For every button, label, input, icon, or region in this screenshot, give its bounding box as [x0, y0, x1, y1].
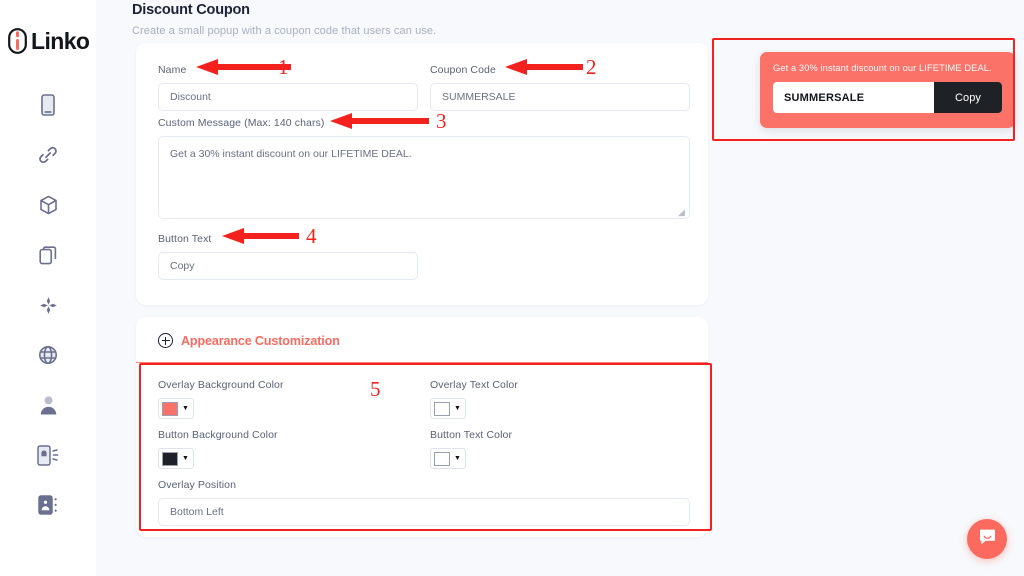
overlay-position-select[interactable]: Bottom Left: [158, 498, 690, 526]
color-swatch: [162, 451, 178, 466]
main-region: Discount Coupon Create a small popup wit…: [96, 0, 1024, 576]
link-chain-icon: [8, 28, 27, 54]
resize-grip-icon[interactable]: ◢: [678, 208, 686, 217]
custom-message-label: Custom Message (Max: 140 chars): [158, 117, 325, 129]
popup-coupon-code: SUMMERSALE: [784, 91, 865, 104]
coupon-form-card: Name Discount Coupon Code SUMMERSALE Cus…: [136, 43, 708, 305]
copy-duplicate-icon: [39, 245, 57, 265]
plus-circle-icon[interactable]: [158, 333, 173, 348]
button-text-color-label: Button Text Color: [430, 429, 513, 441]
coupon-popup: Get a 30% instant discount on our LIFETI…: [760, 52, 1015, 128]
color-swatch: [162, 401, 178, 416]
coupon-code-label: Coupon Code: [430, 64, 496, 76]
mobile-device-icon: [41, 94, 55, 116]
sidebar-item-pages[interactable]: [28, 242, 68, 268]
page-title: Discount Coupon: [132, 2, 1024, 18]
overlay-position-group: Overlay Position Bottom Left: [158, 479, 690, 526]
overlay-text-color-picker[interactable]: ▼: [430, 398, 466, 419]
button-text-color-group: Button Text Color ▼: [430, 429, 512, 471]
sidebar-item-products[interactable]: [28, 192, 68, 218]
custom-message-textarea[interactable]: Get a 30% instant discount on our LIFETI…: [158, 136, 690, 219]
chevron-down-icon[interactable]: ▼: [454, 405, 461, 412]
coupon-code-input[interactable]: SUMMERSALE: [430, 83, 690, 111]
section-divider: [136, 362, 708, 363]
sidebar-nav: [0, 92, 96, 518]
sidebar-item-contacts[interactable]: [28, 492, 68, 518]
button-text-input[interactable]: Copy: [158, 252, 418, 280]
custom-message-value: Get a 30% instant discount on our LIFETI…: [170, 148, 412, 160]
chat-launcher-button[interactable]: [967, 519, 1007, 559]
overlay-background-color-label: Overlay Background Color: [158, 379, 284, 391]
chat-bubble-icon: [978, 528, 997, 551]
sidebar-item-notifications[interactable]: [28, 442, 68, 468]
button-text-field-group: Button Text Copy: [158, 233, 418, 280]
overlay-background-color-group: Overlay Background Color ▼: [158, 379, 284, 421]
sidebar: Linko: [0, 0, 96, 576]
chevron-down-icon[interactable]: ▼: [182, 405, 189, 412]
chevron-down-icon[interactable]: ▼: [182, 455, 189, 462]
sparkle-move-icon: [39, 296, 58, 315]
overlay-text-color-group: Overlay Text Color ▼: [430, 379, 518, 421]
contact-card-icon: [37, 495, 59, 515]
page-subtitle: Create a small popup with a coupon code …: [132, 25, 437, 37]
name-field-group: Name Discount: [158, 64, 418, 111]
user-profile-icon: [39, 395, 58, 415]
popup-message: Get a 30% instant discount on our LIFETI…: [773, 63, 992, 73]
link-chain-icon: [38, 145, 58, 165]
page-title-strong: Discount: [132, 2, 193, 18]
sidebar-item-effects[interactable]: [28, 292, 68, 318]
custom-message-field-group: Custom Message (Max: 140 chars) Get a 30…: [158, 117, 690, 219]
overlay-background-color-picker[interactable]: ▼: [158, 398, 194, 419]
coupon-preview: Get a 30% instant discount on our LIFETI…: [752, 44, 1023, 136]
popup-code-row: SUMMERSALE Copy: [773, 82, 1002, 113]
button-text-color-picker[interactable]: ▼: [430, 448, 466, 469]
appearance-card: Appearance Customization Overlay Backgro…: [136, 317, 708, 537]
app-root: Linko Discount Coupon Create a small pop…: [0, 0, 1024, 576]
appearance-section-header[interactable]: Appearance Customization: [158, 333, 340, 348]
color-swatch: [434, 451, 450, 466]
color-swatch: [434, 401, 450, 416]
overlay-text-color-label: Overlay Text Color: [430, 379, 518, 391]
sidebar-item-account[interactable]: [28, 392, 68, 418]
brand-logo[interactable]: Linko: [8, 24, 90, 58]
button-background-color-picker[interactable]: ▼: [158, 448, 194, 469]
page-title-light: Coupon: [196, 2, 250, 18]
brand-name: Linko: [31, 27, 90, 54]
button-text-label: Button Text: [158, 233, 212, 245]
sidebar-item-links[interactable]: [28, 142, 68, 168]
content-column: Discount Coupon Create a small popup wit…: [132, 0, 1024, 537]
overlay-position-label: Overlay Position: [158, 479, 237, 491]
globe-grid-icon: [38, 345, 58, 365]
sidebar-item-devices[interactable]: [28, 92, 68, 118]
sidebar-item-domains[interactable]: [28, 342, 68, 368]
chevron-down-icon[interactable]: ▼: [454, 455, 461, 462]
popup-copy-button[interactable]: Copy: [934, 82, 1002, 113]
name-input[interactable]: Discount: [158, 83, 418, 111]
button-background-color-label: Button Background Color: [158, 429, 278, 441]
cube-box-icon: [39, 195, 58, 215]
appearance-section-title: Appearance Customization: [181, 333, 340, 348]
coupon-code-field-group: Coupon Code SUMMERSALE: [430, 64, 690, 111]
button-background-color-group: Button Background Color ▼: [158, 429, 278, 471]
phone-notification-icon: [37, 444, 59, 466]
name-label: Name: [158, 64, 187, 76]
